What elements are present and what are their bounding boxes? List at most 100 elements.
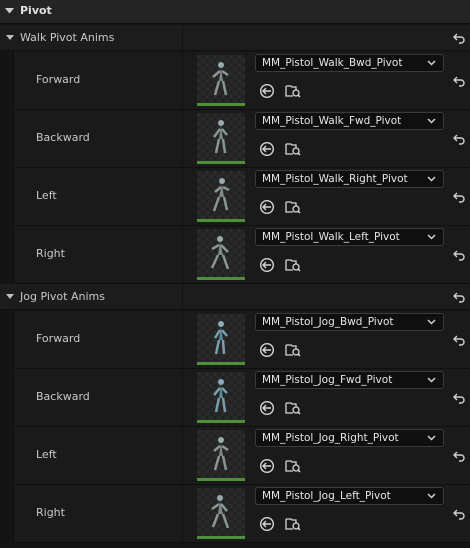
row-indent (0, 485, 14, 543)
asset-name: MM_Pistol_Jog_Left_Pivot (262, 490, 391, 502)
chevron-down-icon (427, 435, 436, 441)
triangle-down-icon[interactable] (6, 294, 14, 299)
browse-to-asset-icon[interactable] (285, 458, 301, 474)
chevron-down-icon (427, 176, 436, 182)
column-divider (182, 427, 183, 485)
asset-name: MM_Pistol_Walk_Fwd_Pivot (262, 115, 402, 127)
browse-to-asset-icon[interactable] (285, 400, 301, 416)
reset-to-default-icon[interactable] (452, 31, 466, 45)
browse-to-asset-icon[interactable] (285, 342, 301, 358)
chevron-down-icon (427, 377, 436, 383)
asset-name: MM_Pistol_Jog_Bwd_Pivot (262, 316, 394, 328)
character-pose-icon (210, 236, 230, 270)
row-label: Right (36, 506, 65, 519)
use-selected-asset-icon[interactable] (259, 141, 275, 157)
use-selected-asset-icon[interactable] (259, 516, 275, 532)
character-pose-icon (212, 62, 229, 96)
character-pose-icon (212, 178, 230, 212)
asset-row: Left MM_Pistol_Jog_Right_Pivot (0, 427, 470, 485)
row-label: Forward (36, 332, 81, 345)
asset-thumbnail[interactable] (197, 314, 245, 365)
character-pose-icon (213, 379, 228, 413)
reset-to-default-icon[interactable] (452, 391, 466, 405)
asset-row: Forward MM_Pistol_Jog_Bwd_Pivot (0, 311, 470, 369)
asset-thumbnail[interactable] (197, 113, 245, 164)
reset-to-default-icon[interactable] (452, 333, 466, 347)
column-divider (182, 226, 183, 284)
row-label: Left (36, 448, 57, 461)
asset-picker-combo[interactable]: MM_Pistol_Jog_Fwd_Pivot (255, 371, 444, 389)
reset-to-default-icon[interactable] (452, 507, 466, 521)
reset-to-default-icon[interactable] (452, 248, 466, 262)
asset-row: Left MM_Pistol_Walk_Right_Pivot (0, 168, 470, 226)
asset-row: Backward MM_Pistol_Jog_Fwd_Pivot (0, 369, 470, 427)
asset-thumbnail[interactable] (197, 55, 245, 106)
column-divider (182, 25, 183, 51)
use-selected-asset-icon[interactable] (259, 199, 275, 215)
character-pose-icon (211, 495, 230, 529)
use-selected-asset-icon[interactable] (259, 458, 275, 474)
asset-picker-combo[interactable]: MM_Pistol_Walk_Right_Pivot (255, 170, 444, 188)
asset-picker-combo[interactable]: MM_Pistol_Jog_Right_Pivot (255, 429, 444, 447)
asset-name: MM_Pistol_Walk_Right_Pivot (262, 173, 408, 185)
details-panel: Pivot Walk Pivot Anims Forward MM_Pistol… (0, 0, 470, 548)
row-indent (0, 427, 14, 485)
character-pose-icon (213, 120, 228, 154)
reset-to-default-icon[interactable] (452, 290, 466, 304)
asset-row: Forward MM_Pistol_Walk_Bwd_Pivot (0, 52, 470, 110)
use-selected-asset-icon[interactable] (259, 400, 275, 416)
asset-name: MM_Pistol_Jog_Right_Pivot (262, 432, 399, 444)
group-header-jog[interactable]: Jog Pivot Anims (0, 284, 470, 310)
chevron-down-icon (427, 234, 436, 240)
group-title: Jog Pivot Anims (20, 290, 105, 303)
column-divider (182, 311, 183, 369)
reset-to-default-icon[interactable] (452, 132, 466, 146)
asset-thumbnail[interactable] (197, 171, 245, 222)
reset-to-default-icon[interactable] (452, 74, 466, 88)
asset-thumbnail[interactable] (197, 488, 245, 539)
category-header-pivot[interactable]: Pivot (0, 0, 470, 24)
row-label: Forward (36, 73, 81, 86)
use-selected-asset-icon[interactable] (259, 83, 275, 99)
use-selected-asset-icon[interactable] (259, 257, 275, 273)
group-header-walk[interactable]: Walk Pivot Anims (0, 25, 470, 51)
browse-to-asset-icon[interactable] (285, 516, 301, 532)
asset-picker-combo[interactable]: MM_Pistol_Jog_Left_Pivot (255, 487, 444, 505)
column-divider (182, 485, 183, 543)
category-title: Pivot (20, 4, 52, 17)
row-indent (0, 110, 14, 168)
row-indent (0, 52, 14, 110)
asset-thumbnail[interactable] (197, 229, 245, 280)
asset-row: Right MM_Pistol_Walk_Left_Pivot (0, 226, 470, 284)
chevron-down-icon (427, 60, 436, 66)
browse-to-asset-icon[interactable] (285, 257, 301, 273)
browse-to-asset-icon[interactable] (285, 141, 301, 157)
character-pose-icon (213, 321, 228, 355)
row-label: Backward (36, 390, 90, 403)
reset-to-default-icon[interactable] (452, 449, 466, 463)
column-divider (182, 52, 183, 110)
asset-picker-combo[interactable]: MM_Pistol_Jog_Bwd_Pivot (255, 313, 444, 331)
chevron-down-icon (427, 493, 436, 499)
browse-to-asset-icon[interactable] (285, 83, 301, 99)
character-pose-icon (213, 437, 229, 471)
browse-to-asset-icon[interactable] (285, 199, 301, 215)
column-divider (182, 110, 183, 168)
asset-picker-combo[interactable]: MM_Pistol_Walk_Fwd_Pivot (255, 112, 444, 130)
chevron-down-icon (427, 319, 436, 325)
chevron-down-icon (427, 118, 436, 124)
asset-name: MM_Pistol_Walk_Bwd_Pivot (262, 57, 403, 69)
row-label: Backward (36, 131, 90, 144)
asset-thumbnail[interactable] (197, 430, 245, 481)
asset-picker-combo[interactable]: MM_Pistol_Walk_Bwd_Pivot (255, 54, 444, 72)
row-label: Right (36, 247, 65, 260)
row-indent (0, 226, 14, 284)
triangle-down-icon[interactable] (6, 35, 14, 40)
asset-thumbnail[interactable] (197, 372, 245, 423)
use-selected-asset-icon[interactable] (259, 342, 275, 358)
asset-name: MM_Pistol_Walk_Left_Pivot (262, 231, 400, 243)
triangle-down-icon[interactable] (5, 8, 14, 14)
asset-picker-combo[interactable]: MM_Pistol_Walk_Left_Pivot (255, 228, 444, 246)
reset-to-default-icon[interactable] (452, 190, 466, 204)
column-divider (182, 168, 183, 226)
